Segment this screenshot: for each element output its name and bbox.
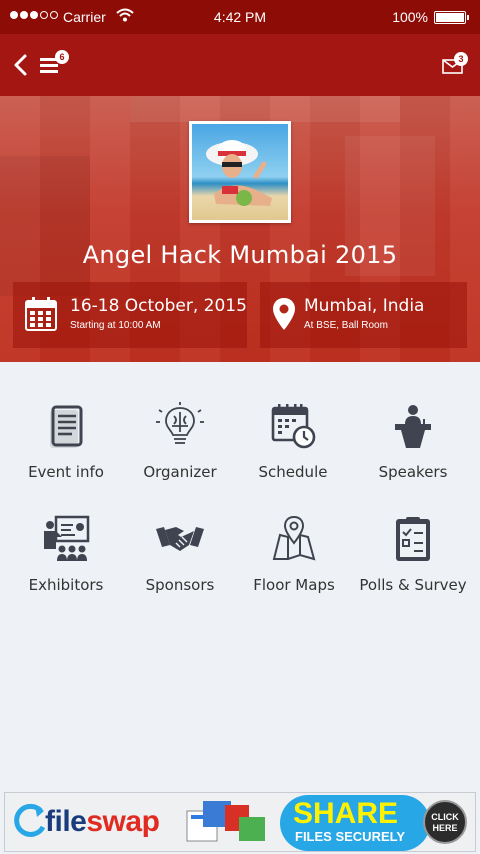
menu-item-sponsors[interactable]: Sponsors bbox=[120, 475, 240, 594]
clipboard-checklist-icon bbox=[396, 517, 430, 561]
mail-badge: 3 bbox=[454, 52, 468, 66]
calendar-icon bbox=[25, 297, 57, 331]
podium-speaker-icon bbox=[395, 405, 431, 448]
refresh-icon bbox=[14, 803, 46, 837]
event-date: 16-18 October, 2015 bbox=[70, 296, 247, 316]
event-avatar bbox=[189, 121, 291, 223]
menu-badge: 6 bbox=[55, 50, 69, 64]
handshake-icon bbox=[156, 527, 204, 551]
menu-label: Sponsors bbox=[145, 576, 215, 594]
menu-item-organizer[interactable]: Organizer bbox=[120, 362, 240, 481]
menu-label: Polls & Survey bbox=[359, 576, 467, 594]
ad-click-button[interactable]: CLICK HERE bbox=[423, 800, 467, 844]
app-icons-graphic bbox=[186, 801, 265, 842]
lightbulb-brain-icon bbox=[156, 402, 204, 444]
menu-label: Exhibitors bbox=[28, 576, 104, 594]
location-pin-icon bbox=[273, 298, 295, 330]
messages-button[interactable]: 3 bbox=[440, 52, 470, 78]
ad-subline: FILES SECURELY bbox=[295, 829, 406, 844]
menu-item-floor-maps[interactable]: Floor Maps bbox=[234, 475, 354, 594]
menu-item-polls-survey[interactable]: Polls & Survey bbox=[353, 475, 473, 594]
event-location: Mumbai, India bbox=[304, 296, 425, 316]
status-bar: Carrier 4:42 PM 100% bbox=[0, 0, 480, 34]
event-date-card: 16-18 October, 2015 Starting at 10:00 AM bbox=[13, 282, 247, 348]
event-photo bbox=[192, 124, 288, 220]
event-location-card: Mumbai, India At BSE, Ball Room bbox=[260, 282, 467, 348]
ad-banner[interactable]: fileswap SHARE FILES SECURELY CLICK HERE bbox=[4, 792, 476, 852]
battery-percent: 100% bbox=[392, 9, 428, 25]
menu-button[interactable]: 6 bbox=[38, 50, 69, 78]
map-pin-icon bbox=[272, 515, 316, 561]
event-venue: At BSE, Ball Room bbox=[304, 320, 388, 331]
menu-item-exhibitors[interactable]: Exhibitors bbox=[6, 475, 126, 594]
presentation-icon bbox=[44, 515, 90, 561]
back-arrow-icon[interactable] bbox=[10, 50, 32, 80]
menu-item-schedule[interactable]: Schedule bbox=[233, 362, 353, 481]
battery-icon bbox=[434, 11, 469, 24]
ad-headline: SHARE bbox=[293, 797, 399, 830]
event-title: Angel Hack Mumbai 2015 bbox=[82, 241, 398, 269]
event-start-time: Starting at 10:00 AM bbox=[70, 320, 161, 331]
event-header: Angel Hack Mumbai 2015 16-18 October, 20… bbox=[0, 96, 480, 362]
document-icon bbox=[50, 405, 83, 448]
navigation-bar: 6 3 bbox=[0, 34, 480, 96]
calendar-clock-icon bbox=[271, 404, 316, 449]
ad-brand: fileswap bbox=[45, 805, 160, 838]
menu-item-speakers[interactable]: Speakers bbox=[353, 362, 473, 481]
menu-label: Floor Maps bbox=[253, 576, 335, 594]
menu-item-event-info[interactable]: Event info bbox=[6, 362, 126, 481]
